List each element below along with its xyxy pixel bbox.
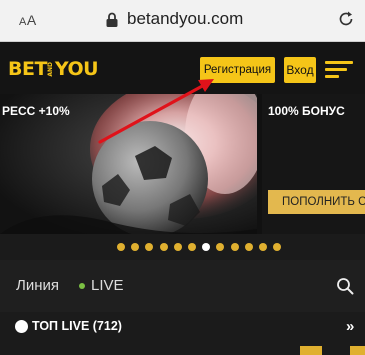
register-button[interactable]: Регистрация bbox=[200, 57, 275, 83]
promo-slide-express[interactable]: РЕСС +10% bbox=[0, 94, 257, 234]
lock-icon bbox=[106, 12, 118, 27]
deposit-button[interactable]: ПОПОЛНИТЬ СЧ bbox=[268, 190, 365, 214]
live-indicator-icon bbox=[79, 282, 85, 289]
event-card-edge bbox=[300, 346, 322, 355]
menu-icon[interactable] bbox=[325, 61, 353, 79]
carousel-dot[interactable] bbox=[244, 243, 253, 251]
carousel-dot[interactable] bbox=[273, 243, 282, 251]
reload-icon[interactable] bbox=[337, 10, 355, 28]
tab-live-label: LIVE bbox=[91, 277, 124, 294]
promo-bonus-text: 100% БОНУС bbox=[268, 104, 345, 118]
promo-express-text: РЕСС +10% bbox=[2, 104, 70, 118]
top-live-section: ТОП LIVE (712) » bbox=[0, 312, 365, 355]
carousel-dot[interactable] bbox=[188, 243, 196, 251]
search-icon[interactable] bbox=[336, 277, 354, 295]
carousel-dot[interactable] bbox=[216, 243, 225, 251]
top-live-radio[interactable] bbox=[15, 320, 28, 333]
carousel-dot-active[interactable] bbox=[202, 243, 211, 251]
top-live-label: ТОП LIVE (712) bbox=[32, 319, 122, 333]
promo-carousel[interactable]: РЕСС +10% 100% БОНУС ПОПОЛНИТЬ СЧ bbox=[0, 94, 365, 234]
sport-tabs: Линия LIVE bbox=[0, 260, 365, 312]
text-size-button[interactable]: AA bbox=[19, 12, 37, 28]
login-button[interactable]: Вход bbox=[284, 57, 316, 83]
promo-slide-bonus[interactable]: 100% БОНУС ПОПОЛНИТЬ СЧ bbox=[262, 94, 365, 234]
carousel-dot[interactable] bbox=[259, 243, 267, 251]
site-logo[interactable]: BET AND YOU bbox=[8, 57, 99, 81]
browser-address-bar: AA betandyou.com bbox=[0, 0, 365, 42]
tab-live[interactable]: LIVE bbox=[79, 277, 124, 294]
url-text[interactable]: betandyou.com bbox=[127, 9, 243, 29]
carousel-dot[interactable] bbox=[159, 243, 168, 251]
carousel-indicators bbox=[0, 234, 365, 260]
top-live-more-button[interactable]: » bbox=[346, 318, 355, 335]
carousel-dot[interactable] bbox=[131, 243, 140, 251]
tab-line[interactable]: Линия bbox=[16, 277, 59, 294]
carousel-dot[interactable] bbox=[230, 243, 239, 251]
carousel-dot[interactable] bbox=[117, 243, 125, 251]
carousel-dot[interactable] bbox=[145, 243, 154, 251]
event-card-edge bbox=[350, 346, 365, 355]
carousel-dot[interactable] bbox=[173, 243, 182, 251]
